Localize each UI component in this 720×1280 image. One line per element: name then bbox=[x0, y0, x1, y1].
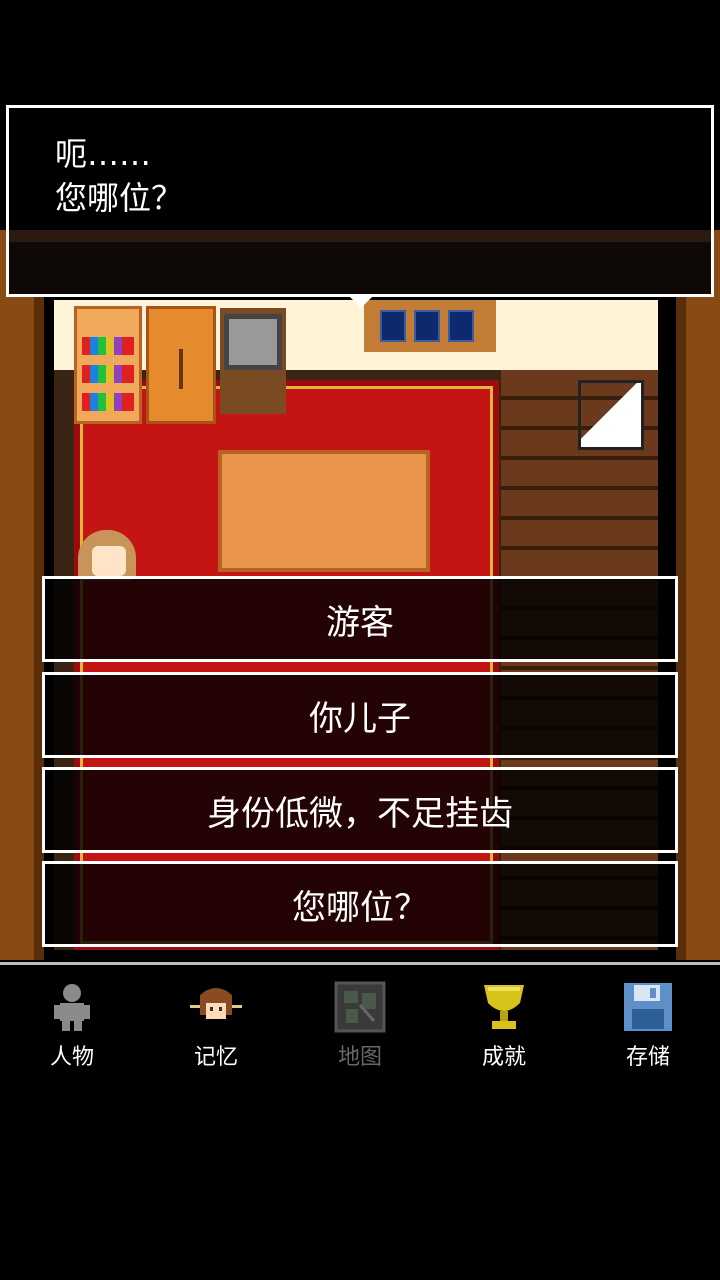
save-disk-icon bbox=[624, 983, 672, 1031]
room-window bbox=[364, 300, 496, 352]
nav-achievements[interactable]: 成就 bbox=[444, 975, 564, 1070]
window-pane bbox=[414, 310, 440, 342]
wood-frame-left bbox=[0, 230, 44, 960]
dialog-bottom-strip bbox=[9, 230, 711, 294]
choice-who-are-you-button[interactable]: 您哪位？ bbox=[42, 861, 678, 947]
television bbox=[220, 308, 286, 414]
bookshelf bbox=[74, 306, 142, 424]
staircase bbox=[578, 380, 644, 450]
wardrobe bbox=[146, 306, 216, 424]
nav-memories-label: 记忆 bbox=[193, 1045, 238, 1070]
window-pane bbox=[380, 310, 406, 342]
nav-map[interactable]: 地图 bbox=[300, 975, 420, 1070]
choice-tourist-button[interactable]: 游客 bbox=[42, 576, 678, 662]
person-icon bbox=[54, 984, 90, 1031]
low-table bbox=[218, 450, 430, 572]
nav-map-label: 地图 bbox=[337, 1045, 382, 1070]
room-wall bbox=[54, 300, 658, 370]
memory-portrait-icon bbox=[190, 988, 242, 1019]
dialog-text-line-1: 呃…… bbox=[55, 135, 152, 173]
choice-humble-button[interactable]: 身份低微，不足挂齿 bbox=[42, 767, 678, 853]
nav-save[interactable]: 存储 bbox=[588, 975, 708, 1070]
trophy-icon bbox=[484, 985, 524, 1029]
window-pane bbox=[448, 310, 474, 342]
nav-characters[interactable]: 人物 bbox=[12, 975, 132, 1070]
wood-frame-right bbox=[676, 230, 720, 960]
nav-characters-label: 人物 bbox=[49, 1045, 94, 1070]
dialog-text-line-2: 您哪位？ bbox=[55, 179, 184, 217]
choice-your-son-button[interactable]: 你儿子 bbox=[42, 672, 678, 758]
nav-save-label: 存储 bbox=[625, 1045, 670, 1070]
nav-achievements-label: 成就 bbox=[481, 1045, 526, 1070]
map-icon bbox=[334, 981, 386, 1033]
girl-character-sprite bbox=[78, 530, 136, 580]
dialog-box: 呃…… 您哪位？ bbox=[6, 105, 714, 308]
nav-memories[interactable]: 记忆 bbox=[156, 975, 276, 1070]
dialog-continue-arrow-icon bbox=[347, 294, 375, 308]
bottom-nav: 人物 记忆 地图 成就 存储 bbox=[0, 962, 720, 1075]
